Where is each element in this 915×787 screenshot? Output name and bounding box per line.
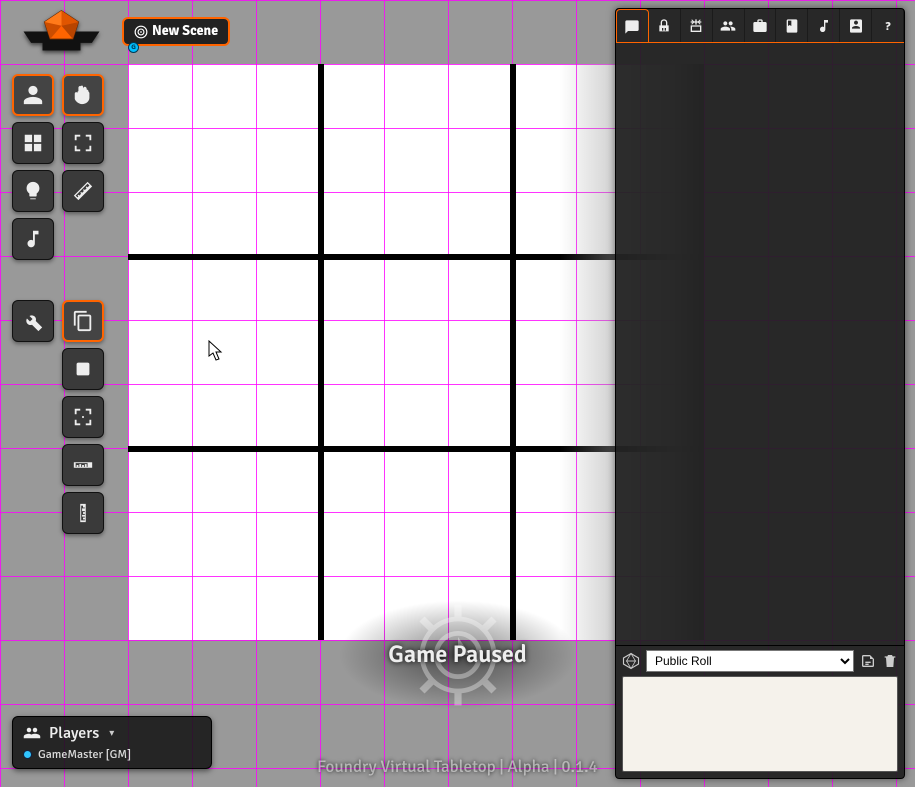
- players-header-label: Players: [49, 723, 99, 743]
- scene-navigation-tab[interactable]: New Scene: [122, 17, 230, 46]
- export-chat-icon[interactable]: [860, 653, 876, 669]
- tool-ruler[interactable]: [62, 170, 104, 212]
- player-name: GameMaster [GM]: [38, 747, 131, 762]
- svg-text:?: ?: [885, 19, 891, 34]
- chat-controls: Public Roll Private GM Roll Blind GM Rol…: [616, 645, 904, 676]
- tool-configure[interactable]: [12, 300, 54, 342]
- sidebar-tab-compendium[interactable]: [840, 9, 872, 42]
- sidebar-tab-journal[interactable]: [776, 9, 808, 42]
- flush-chat-icon[interactable]: [882, 653, 898, 669]
- tool-token-layer[interactable]: [12, 74, 54, 116]
- tool-token-subtools: [62, 74, 104, 212]
- tool-square[interactable]: [62, 348, 104, 390]
- sidebar-tab-playlists[interactable]: [808, 9, 840, 42]
- sidebar-tab-scenes[interactable]: [681, 9, 713, 42]
- caret-down-icon: ▾: [109, 727, 114, 739]
- tool-tiles-layer[interactable]: [12, 122, 54, 164]
- sidebar: ? Public Roll Private GM Roll Blind GM R…: [615, 8, 905, 779]
- tool-snap[interactable]: [62, 396, 104, 438]
- foundry-logo[interactable]: [14, 4, 109, 54]
- player-row[interactable]: GameMaster [GM]: [23, 747, 201, 762]
- chat-log[interactable]: [616, 43, 904, 645]
- tool-copy[interactable]: [62, 300, 104, 342]
- players-panel: Players ▾ GameMaster [GM]: [12, 716, 212, 769]
- tool-lighting-layer[interactable]: [12, 170, 54, 212]
- version-footer: Foundry Virtual Tabletop | Alpha | 0.1.4: [317, 756, 598, 777]
- tool-configure-subtools: [62, 300, 104, 534]
- sidebar-tab-actors[interactable]: [713, 9, 745, 42]
- sidebar-tab-settings[interactable]: ?: [872, 9, 904, 42]
- sidebar-tabs: ?: [616, 9, 904, 43]
- roll-mode-select[interactable]: Public Roll Private GM Roll Blind GM Rol…: [646, 650, 854, 672]
- tool-sounds-layer[interactable]: [12, 218, 54, 260]
- scene-name: New Scene: [152, 23, 218, 40]
- scene-gm-badge: G: [128, 42, 139, 53]
- d20-icon[interactable]: [622, 652, 640, 670]
- tool-ruler-horizontal[interactable]: [62, 444, 104, 486]
- chat-message-input[interactable]: [622, 676, 898, 772]
- bullseye-icon: [134, 25, 148, 39]
- sidebar-tab-items[interactable]: [745, 9, 777, 42]
- tool-ruler-vertical[interactable]: [62, 492, 104, 534]
- tool-layer-controls: [12, 74, 54, 260]
- player-color-dot: [23, 750, 32, 759]
- players-toggle[interactable]: Players ▾: [23, 723, 201, 743]
- sidebar-tab-combat[interactable]: [649, 9, 681, 42]
- sidebar-tab-chat[interactable]: [616, 9, 649, 43]
- tool-select[interactable]: [62, 74, 104, 116]
- tool-wrench-group: [12, 300, 54, 342]
- tool-target[interactable]: [62, 122, 104, 164]
